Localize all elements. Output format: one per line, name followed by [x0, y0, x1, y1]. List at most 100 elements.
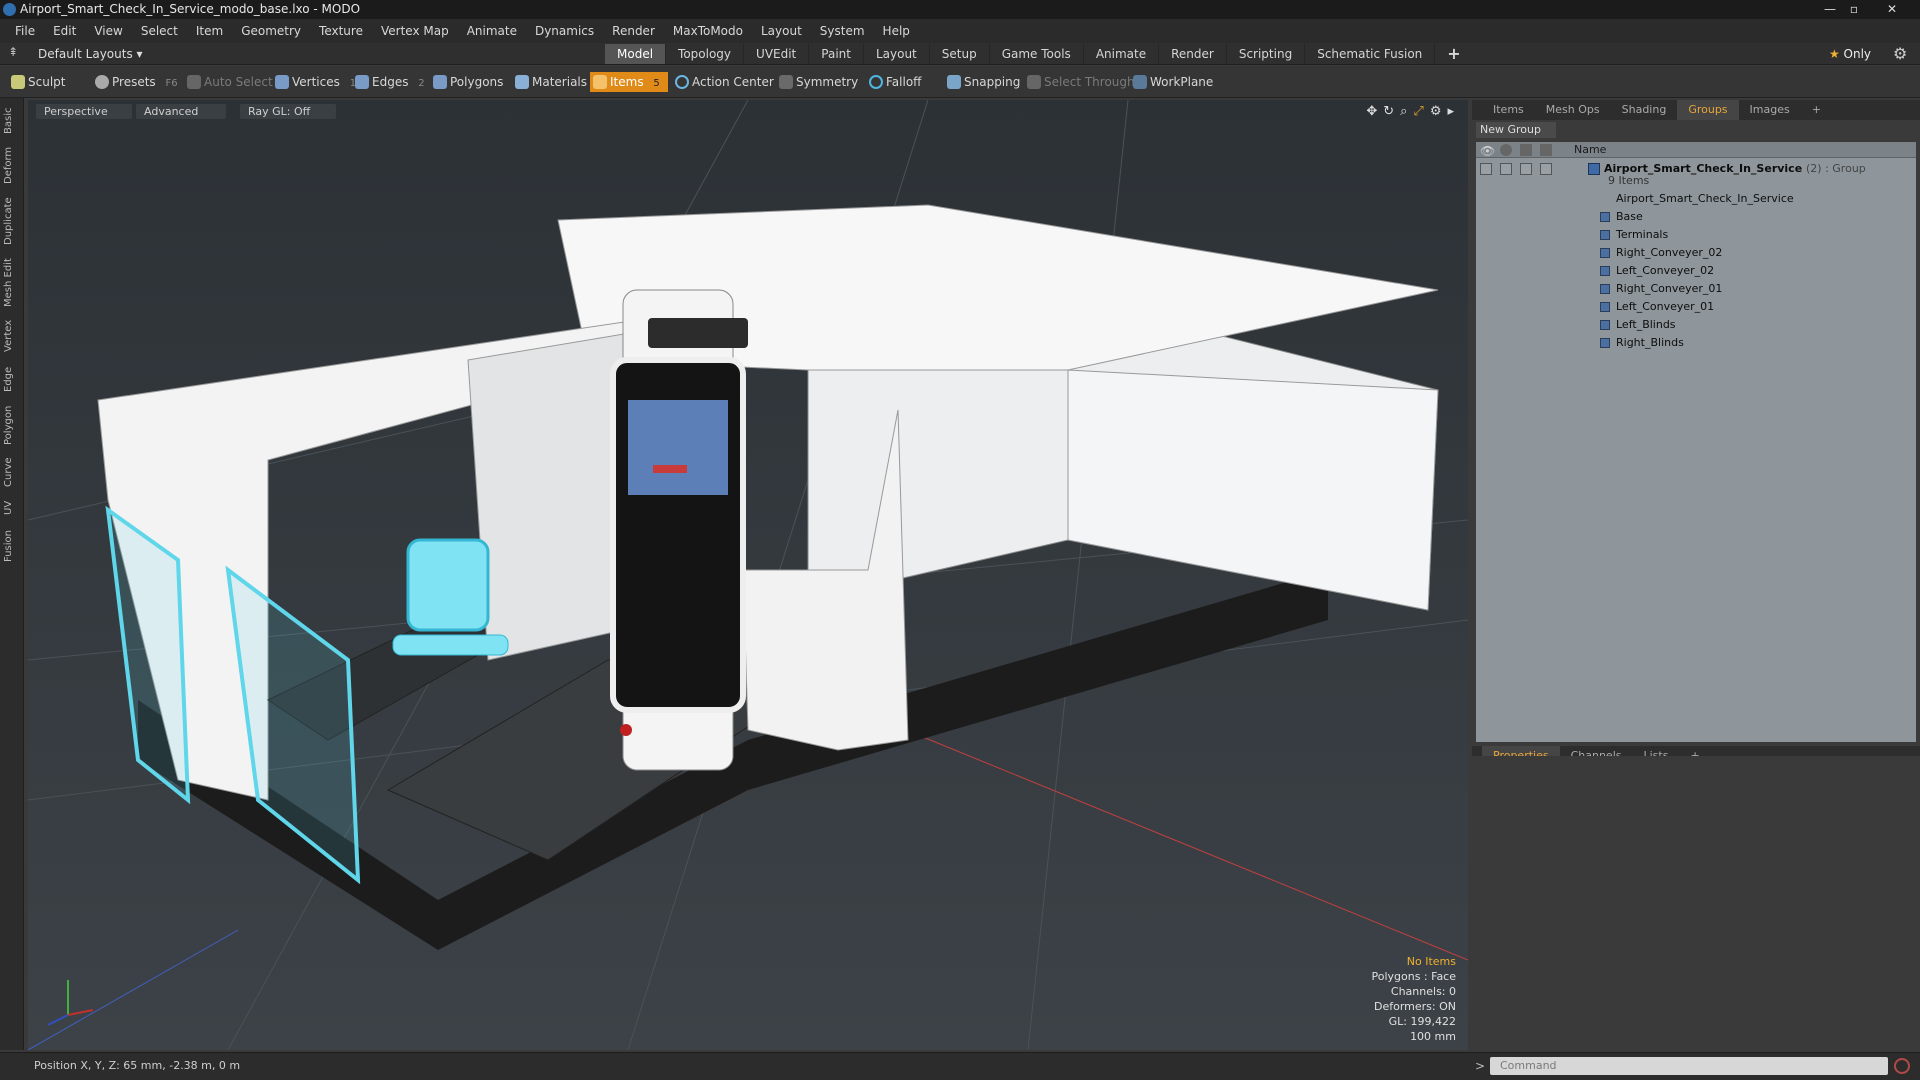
- tab-model[interactable]: Model: [605, 44, 667, 64]
- title-bar: Airport_Smart_Check_In_Service_modo_base…: [0, 0, 1920, 19]
- menu-layout[interactable]: Layout: [752, 24, 811, 38]
- items-count: 5: [653, 78, 660, 89]
- menu-texture[interactable]: Texture: [310, 24, 372, 38]
- action-center-label: Action Center: [692, 75, 774, 89]
- layout-arrow-icon[interactable]: ⇞: [8, 45, 18, 59]
- modo-logo-icon: [3, 3, 16, 16]
- vtab-fusion[interactable]: Fusion: [3, 526, 21, 566]
- add-tab-icon[interactable]: +: [1435, 44, 1472, 64]
- minimize-button[interactable]: —: [1818, 1, 1842, 17]
- right-wall-face: [1067, 369, 1439, 611]
- vtab-polygon[interactable]: Polygon: [3, 402, 21, 448]
- mesh-icon: [1600, 284, 1610, 294]
- auto-select-button[interactable]: Auto Select: [184, 72, 273, 92]
- list-item[interactable]: Left_Conveyer_01: [1476, 298, 1916, 316]
- vtab-deform[interactable]: Deform: [3, 144, 21, 186]
- vtab-curve[interactable]: Curve: [3, 454, 21, 490]
- vtab-uv[interactable]: UV: [3, 496, 21, 520]
- list-item[interactable]: Right_Blinds: [1476, 334, 1916, 352]
- menu-view[interactable]: View: [85, 24, 131, 38]
- tab-items[interactable]: Items: [1482, 100, 1535, 120]
- vtab-basic[interactable]: Basic: [3, 104, 21, 138]
- menu-edit[interactable]: Edit: [44, 24, 85, 38]
- record-icon[interactable]: [1894, 1058, 1910, 1074]
- list-item-label: Left_Conveyer_02: [1616, 264, 1715, 277]
- maximize-button[interactable]: ▫: [1842, 1, 1866, 17]
- tab-scripting[interactable]: Scripting: [1227, 44, 1306, 64]
- render-column-icon[interactable]: [1500, 144, 1512, 156]
- list-item[interactable]: Left_Conveyer_02: [1476, 262, 1916, 280]
- list-item[interactable]: Right_Conveyer_02: [1476, 244, 1916, 262]
- symmetry-button[interactable]: Symmetry: [776, 72, 858, 92]
- action-center-icon: [675, 75, 689, 89]
- menu-vertex-map[interactable]: Vertex Map: [372, 24, 458, 38]
- action-center-button[interactable]: Action Center: [672, 72, 774, 92]
- new-group-button[interactable]: New Group: [1476, 122, 1556, 138]
- command-input[interactable]: Command: [1490, 1057, 1888, 1075]
- visibility-column-icon[interactable]: 👁: [1480, 144, 1495, 158]
- 3d-viewport[interactable]: Perspective Advanced Ray GL: Off ✥ ↻ ⌕ ⤢…: [28, 100, 1468, 1050]
- select-through-icon: [1027, 75, 1041, 89]
- list-item[interactable]: Airport_Smart_Check_In_Service: [1476, 190, 1916, 208]
- vertices-button[interactable]: Vertices 1: [272, 72, 356, 92]
- vtab-edge[interactable]: Edge: [3, 362, 21, 396]
- tab-topology[interactable]: Topology: [666, 44, 745, 64]
- workplane-icon: [1133, 75, 1147, 89]
- tab-paint[interactable]: Paint: [809, 44, 864, 64]
- tab-layout[interactable]: Layout: [864, 44, 930, 64]
- only-button[interactable]: ★ Only: [1818, 45, 1882, 63]
- tab-game-tools[interactable]: Game Tools: [990, 44, 1084, 64]
- vtab-vertex[interactable]: Vertex: [3, 316, 21, 356]
- tab-groups[interactable]: Groups: [1677, 100, 1739, 120]
- list-item-label: Right_Conveyer_01: [1616, 282, 1723, 295]
- vtab-mesh-edit[interactable]: Mesh Edit: [3, 256, 21, 310]
- menu-item[interactable]: Item: [187, 24, 232, 38]
- tab-uvedit[interactable]: UVEdit: [744, 44, 810, 64]
- list-item[interactable]: Left_Blinds: [1476, 316, 1916, 334]
- falloff-button[interactable]: Falloff: [866, 72, 921, 92]
- tab-mesh-ops[interactable]: Mesh Ops: [1535, 100, 1611, 120]
- menu-file[interactable]: File: [6, 24, 44, 38]
- star-icon: ★: [1828, 47, 1840, 61]
- menu-animate[interactable]: Animate: [458, 24, 526, 38]
- menu-geometry[interactable]: Geometry: [232, 24, 310, 38]
- select-through-label: Select Through: [1044, 75, 1135, 89]
- polygons-button[interactable]: Polygons: [430, 72, 503, 92]
- tab-images[interactable]: Images: [1739, 100, 1801, 120]
- items-button[interactable]: Items 5: [590, 72, 668, 92]
- presets-button[interactable]: Presets F6: [92, 72, 178, 92]
- select-column-icon[interactable]: [1540, 144, 1552, 156]
- lock-column-icon[interactable]: [1520, 144, 1532, 156]
- name-column-header: Name: [1574, 143, 1607, 156]
- menu-help[interactable]: Help: [874, 24, 919, 38]
- list-item[interactable]: Base: [1476, 208, 1916, 226]
- sculpt-button[interactable]: Sculpt: [8, 72, 65, 92]
- menu-dynamics[interactable]: Dynamics: [526, 24, 603, 38]
- list-item[interactable]: Right_Conveyer_01: [1476, 280, 1916, 298]
- materials-button[interactable]: Materials: [512, 72, 587, 92]
- list-item[interactable]: Terminals: [1476, 226, 1916, 244]
- tab-setup[interactable]: Setup: [930, 44, 990, 64]
- close-button[interactable]: ✕: [1880, 1, 1904, 17]
- select-through-button[interactable]: Select Through: [1024, 72, 1135, 92]
- list-item-label: Terminals: [1616, 228, 1669, 241]
- luggage-sign-base: [392, 634, 509, 656]
- right-panel: Items Mesh Ops Shading Groups Images + N…: [1472, 100, 1920, 1050]
- add-panel-tab-icon[interactable]: +: [1801, 100, 1832, 120]
- menu-maxtomodo[interactable]: MaxToModo: [664, 24, 752, 38]
- scene-render: [28, 100, 1468, 1050]
- snapping-button[interactable]: Snapping: [944, 72, 1020, 92]
- workplane-button[interactable]: WorkPlane: [1130, 72, 1213, 92]
- tab-render[interactable]: Render: [1159, 44, 1227, 64]
- menu-render[interactable]: Render: [603, 24, 664, 38]
- tab-schematic-fusion[interactable]: Schematic Fusion: [1305, 44, 1436, 64]
- gear-icon[interactable]: ⚙: [1893, 44, 1907, 63]
- mesh-icon: [1600, 212, 1610, 222]
- menu-system[interactable]: System: [811, 24, 874, 38]
- vtab-duplicate[interactable]: Duplicate: [3, 194, 21, 248]
- edges-button[interactable]: Edges 2: [352, 72, 425, 92]
- layout-select[interactable]: Default Layouts ▾: [24, 45, 143, 63]
- menu-select[interactable]: Select: [132, 24, 187, 38]
- tab-shading[interactable]: Shading: [1611, 100, 1678, 120]
- tab-animate[interactable]: Animate: [1084, 44, 1160, 64]
